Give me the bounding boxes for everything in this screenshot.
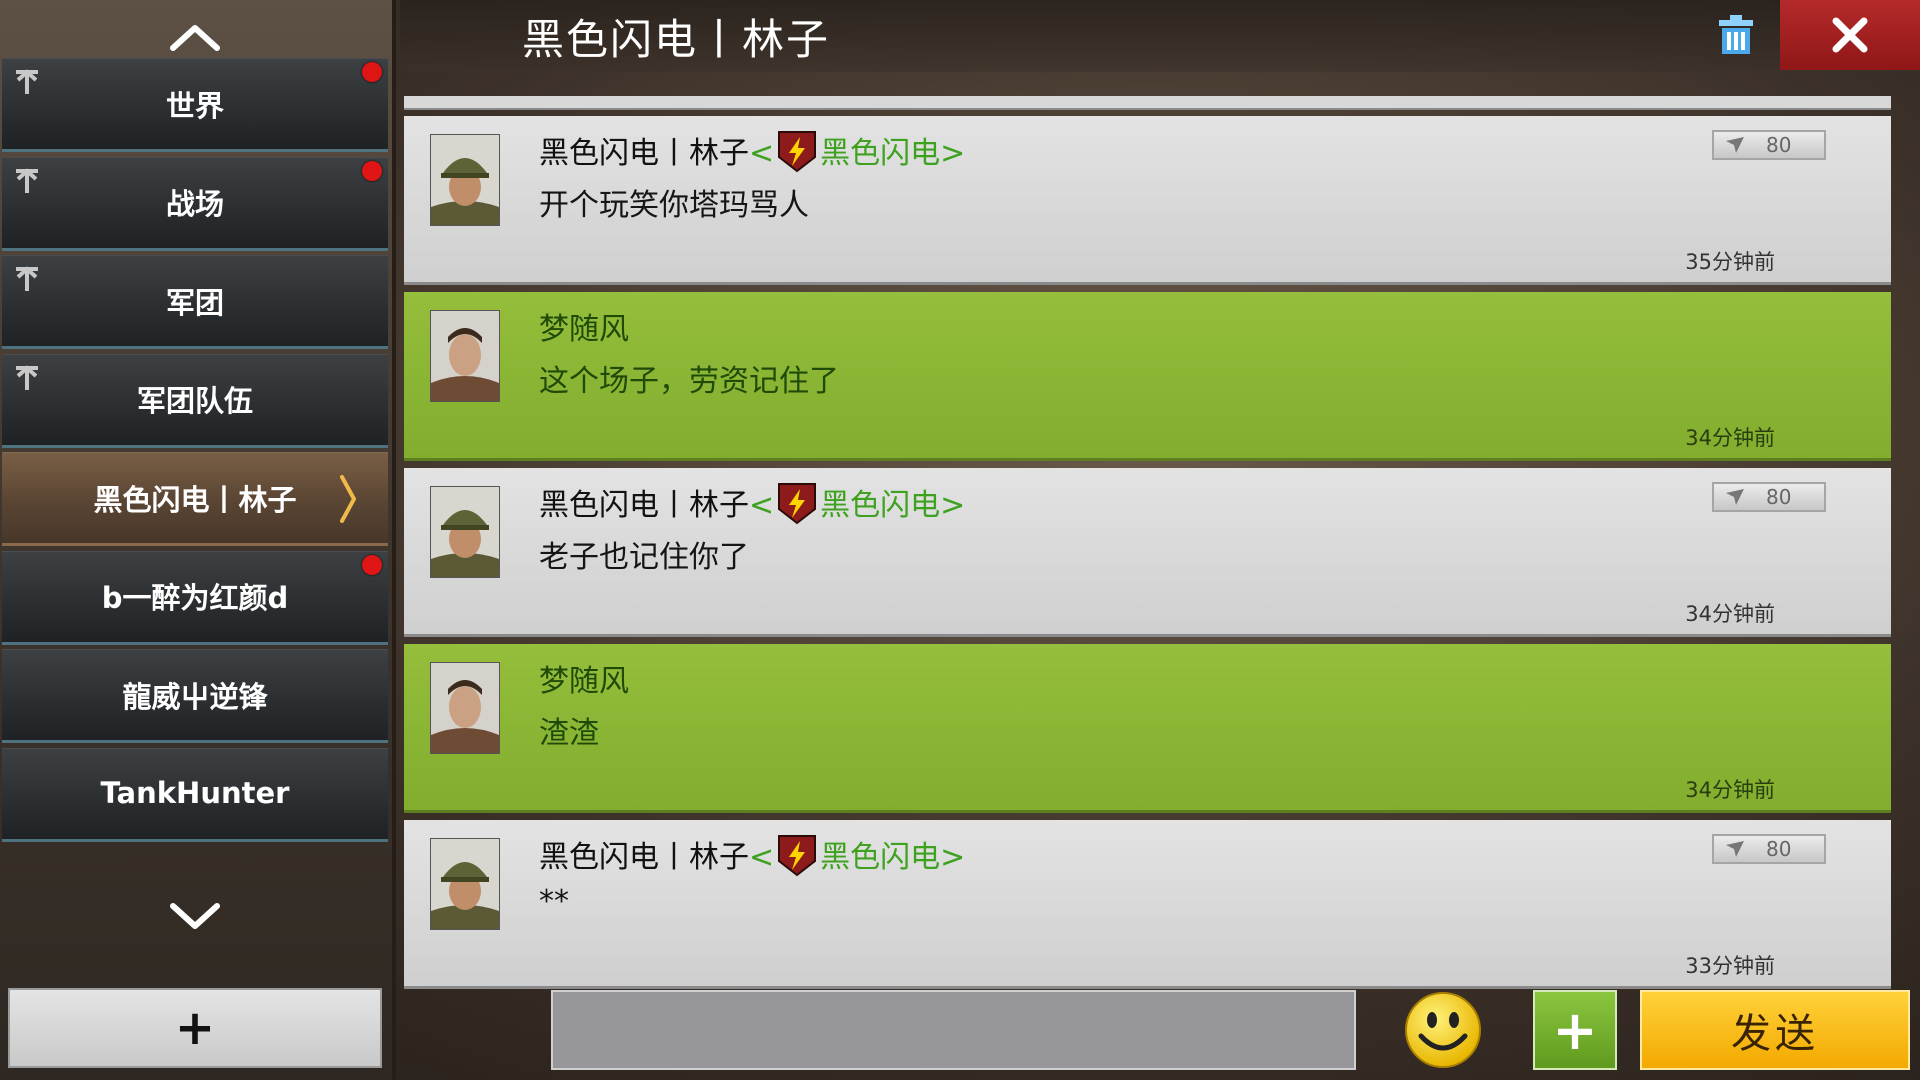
sender-name[interactable]: 黑色闪电丨林子 bbox=[539, 488, 749, 523]
message-sender-line: 黑色闪电丨林子< 黑色闪电> bbox=[539, 832, 965, 877]
channel-label: 军团队伍 bbox=[136, 384, 253, 418]
message-text: ** bbox=[539, 884, 569, 919]
channel-list: 世界 战场 军团 军团队伍 黑色闪电丨林子 b一醉为红颜d 龍威屮逆锋 Tank… bbox=[2, 58, 388, 846]
lightning-badge-icon bbox=[778, 131, 817, 173]
channel-sidebar: 世界 战场 军团 军团队伍 黑色闪电丨林子 b一醉为红颜d 龍威屮逆锋 Tank… bbox=[0, 0, 396, 1080]
channel-item-private-2[interactable]: b一醉为红颜d bbox=[2, 550, 388, 645]
chat-title: 黑色闪电丨林子 bbox=[522, 15, 831, 64]
signal-icon bbox=[1726, 137, 1744, 153]
avatar[interactable] bbox=[430, 838, 500, 930]
channel-item-battlefield[interactable]: 战场 bbox=[2, 156, 388, 251]
sender-name[interactable]: 黑色闪电丨林子 bbox=[539, 840, 749, 875]
pin-icon bbox=[16, 69, 38, 94]
channel-label: TankHunter bbox=[100, 776, 290, 810]
message-list: 黑色闪电丨林子< 黑色闪电> 开个玩笑你塔玛骂人 80 35分钟前 梦随风 这个场… bbox=[404, 116, 1891, 996]
message-sender-line: 黑色闪电丨林子< 黑色闪电> bbox=[539, 480, 965, 525]
add-channel-button[interactable]: + bbox=[8, 988, 382, 1068]
message-time: 34分钟前 bbox=[1685, 602, 1775, 626]
channel-item-private-4[interactable]: TankHunter bbox=[2, 747, 388, 842]
message-text: 渣渣 bbox=[539, 716, 599, 751]
channel-label: 黑色闪电丨林子 bbox=[93, 482, 297, 517]
signal-icon bbox=[1726, 489, 1744, 505]
chat-header: 黑色闪电丨林子 bbox=[400, 0, 1920, 72]
sender-name[interactable]: 黑色闪电丨林子 bbox=[539, 136, 749, 171]
message-text: 开个玩笑你塔玛骂人 bbox=[539, 188, 809, 223]
chevron-right-icon bbox=[340, 475, 356, 523]
guild-name: 黑色闪电 bbox=[820, 136, 941, 171]
message-time: 33分钟前 bbox=[1685, 954, 1775, 978]
message-item: 黑色闪电丨林子< 黑色闪电> ** 80 33分钟前 bbox=[404, 820, 1891, 989]
level-badge: 80 bbox=[1712, 130, 1826, 160]
message-item: 黑色闪电丨林子< 黑色闪电> 开个玩笑你塔玛骂人 80 35分钟前 bbox=[404, 116, 1891, 285]
channel-item-legion-team[interactable]: 军团队伍 bbox=[2, 353, 388, 448]
message-item: 梦随风 渣渣 34分钟前 bbox=[404, 644, 1891, 813]
pin-icon bbox=[16, 167, 38, 193]
level-badge: 80 bbox=[1712, 482, 1826, 512]
message-text: 老子也记住你了 bbox=[539, 540, 749, 575]
lightning-badge-icon bbox=[778, 483, 817, 525]
message-time: 34分钟前 bbox=[1685, 426, 1775, 450]
close-button[interactable] bbox=[1780, 0, 1920, 70]
channel-label: 军团 bbox=[165, 285, 224, 320]
header-divider bbox=[404, 96, 1891, 110]
channel-item-world[interactable]: 世界 bbox=[2, 58, 388, 152]
unread-dot bbox=[362, 554, 382, 575]
message-item: 黑色闪电丨林子< 黑色闪电> 老子也记住你了 80 34分钟前 bbox=[404, 468, 1891, 637]
avatar[interactable] bbox=[430, 134, 500, 226]
message-item: 梦随风 这个场子，劳资记住了 34分钟前 bbox=[404, 292, 1891, 461]
channel-item-private-3[interactable]: 龍威屮逆锋 bbox=[2, 649, 388, 743]
smiley-icon[interactable] bbox=[1403, 990, 1483, 1070]
close-icon bbox=[1832, 17, 1868, 53]
channel-label: b一醉为红颜d bbox=[101, 581, 289, 615]
chevron-up-icon bbox=[170, 25, 220, 51]
channel-label: 战场 bbox=[165, 187, 224, 221]
pin-icon bbox=[16, 364, 38, 390]
guild-name: 黑色闪电 bbox=[820, 840, 941, 875]
message-time: 34分钟前 bbox=[1685, 778, 1775, 802]
message-time: 35分钟前 bbox=[1685, 250, 1775, 274]
channel-label: 世界 bbox=[165, 88, 224, 123]
channel-item-legion[interactable]: 军团 bbox=[2, 255, 388, 349]
level-badge: 80 bbox=[1712, 834, 1826, 864]
message-input[interactable] bbox=[551, 990, 1356, 1070]
sender-name[interactable]: 梦随风 bbox=[539, 304, 629, 348]
avatar[interactable] bbox=[430, 662, 500, 754]
pin-icon bbox=[16, 266, 38, 291]
unread-dot bbox=[362, 160, 382, 181]
chevron-down-icon bbox=[170, 903, 220, 929]
channel-item-active-private[interactable]: 黑色闪电丨林子 bbox=[2, 452, 388, 546]
avatar[interactable] bbox=[430, 310, 500, 402]
message-sender-line: 黑色闪电丨林子< 黑色闪电> bbox=[539, 128, 965, 173]
attach-button[interactable]: + bbox=[1533, 990, 1617, 1070]
avatar[interactable] bbox=[430, 486, 500, 578]
lightning-badge-icon bbox=[778, 835, 817, 877]
message-text: 这个场子，劳资记住了 bbox=[539, 364, 839, 399]
trash-icon[interactable] bbox=[1716, 14, 1756, 56]
channel-label: 龍威屮逆锋 bbox=[122, 679, 268, 714]
unread-dot bbox=[362, 62, 382, 82]
sender-name[interactable]: 梦随风 bbox=[539, 656, 629, 700]
guild-name: 黑色闪电 bbox=[820, 488, 941, 523]
signal-icon bbox=[1726, 841, 1744, 857]
send-button[interactable]: 发送 bbox=[1640, 990, 1910, 1070]
scroll-down-button[interactable] bbox=[0, 888, 390, 946]
